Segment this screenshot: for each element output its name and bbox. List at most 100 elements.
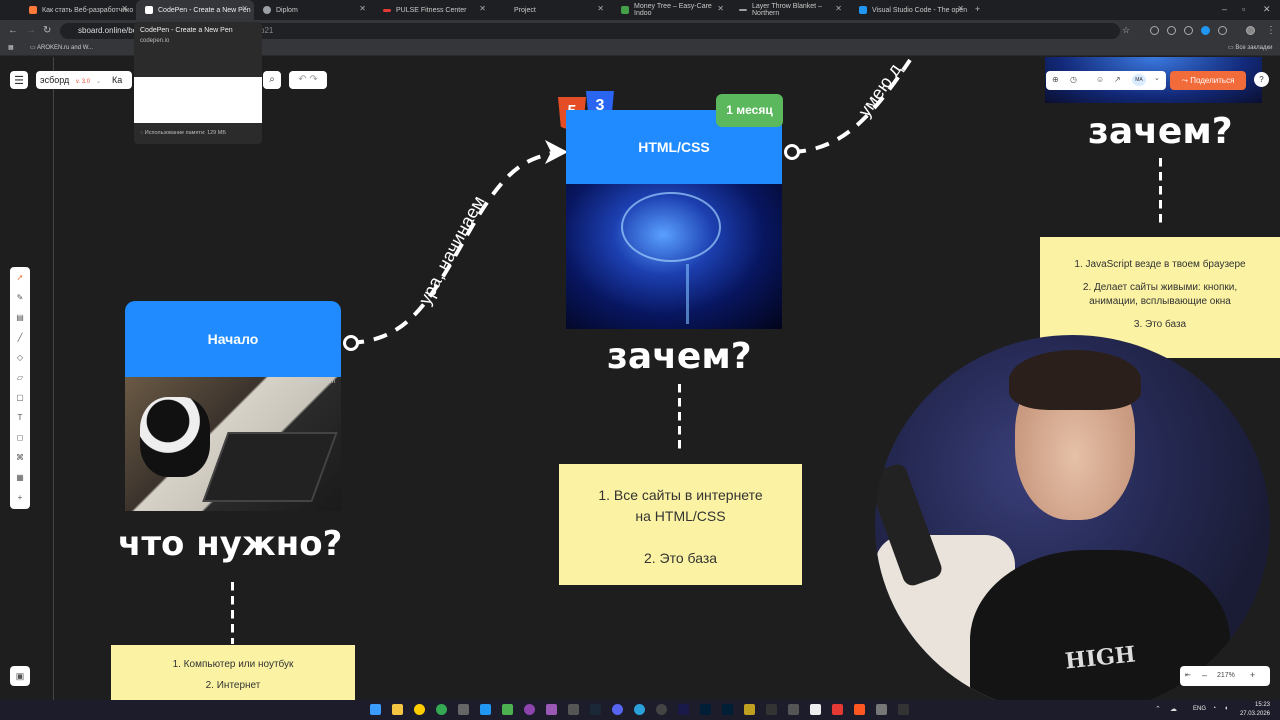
dashed-connector [231,582,234,644]
app-icon[interactable] [832,704,843,715]
brain-xray-image [566,184,782,329]
share-button[interactable]: ⤳ Поделиться [1170,71,1246,90]
photoshop-icon[interactable] [700,704,711,715]
language-indicator[interactable]: ENG [1193,706,1206,712]
add-icon[interactable]: ⊕ [1052,75,1059,84]
grid-icon[interactable]: ▦ [15,473,25,483]
chevron-down-icon[interactable]: ⌄ [1154,74,1160,82]
timer-icon[interactable]: ◷ [1070,75,1077,84]
app-icon[interactable] [810,704,821,715]
layers-icon: ▣ [15,671,25,681]
connector-node[interactable] [784,144,800,160]
sticky-line: 1. Все сайты в интернете [598,487,763,503]
hamburger-icon: ☰ [14,74,24,87]
fit-icon[interactable]: ⇤ [1185,671,1191,679]
zoom-out-icon[interactable]: – [1202,670,1207,680]
app-icon[interactable] [766,704,777,715]
app-icon[interactable] [788,704,799,715]
yandex-icon[interactable] [414,704,425,715]
sticky-icon[interactable]: ▱ [15,373,25,383]
search-button[interactable]: ⌕ [263,71,281,89]
plus-icon[interactable]: + [15,493,25,503]
text-icon[interactable]: T [15,413,25,423]
zoom-control: ⇤ – 217% + [1180,666,1270,686]
crop-icon[interactable]: ◻ [15,433,25,443]
undo-redo-group[interactable]: ↶ ↷ [289,71,327,89]
obs-icon[interactable] [656,704,667,715]
app-icon[interactable] [502,704,513,715]
tray-icon[interactable]: ☁ [1170,705,1177,713]
undo-icon[interactable]: ↶ [298,74,306,85]
minimap-button[interactable]: ▣ [10,666,30,686]
zoom-in-icon[interactable]: + [1250,670,1255,680]
person-hair [1009,350,1141,410]
hover-card-memory: ◌ Использование памяти: 129 МБ [140,130,226,136]
cursor-icon[interactable]: ➚ [15,273,25,283]
laptop-shape [202,432,338,502]
user-avatar[interactable]: МА [1132,74,1146,86]
app-icon[interactable] [744,704,755,715]
app-icon[interactable] [546,704,557,715]
tray-chevron-icon[interactable]: ⌃ [1155,705,1161,713]
steam-icon[interactable] [590,704,601,715]
webcam-overlay: HIGH [875,335,1270,715]
image-watermark: orkugifs.com [300,379,335,385]
tab-hover-card: CodePen - Create a New Pen codepen.io ◌ … [134,22,262,144]
sticky-line: анимации, всплывающие окна [1089,296,1231,307]
app-icon[interactable] [854,704,865,715]
hover-card-title: CodePen - Create a New Pen [140,27,233,34]
line-icon[interactable]: ╱ [15,333,25,343]
app-icon[interactable] [524,704,535,715]
share-icon: ⤳ [1181,76,1191,85]
collab-toolbar: ⊕ ◷ ☺ ↗ МА ⌄ [1046,71,1166,90]
sticky-line: 2. Интернет [205,680,261,691]
app-icon[interactable] [876,704,887,715]
discord-icon[interactable] [612,704,623,715]
connector-node[interactable] [343,335,359,351]
file-explorer-icon[interactable] [392,704,403,715]
sticky-line: 1. JavaScript везде в твоем браузере [1074,259,1246,270]
shapes-icon[interactable]: ◇ [15,353,25,363]
hover-card-domain: codepen.io [140,38,170,44]
pen-icon[interactable]: ✎ [15,293,25,303]
clock[interactable]: 15:23 27.03.2026 [1240,701,1270,719]
htmlcss-sticky-note[interactable]: 1. Все сайты в интернете на HTML/CSS 2. … [559,464,802,585]
app-icon[interactable] [458,704,469,715]
volume-icon[interactable]: ◖ [1224,705,1228,712]
start-icon[interactable] [370,704,381,715]
sticky-line: 2. Это база [643,550,718,566]
duration-badge: 1 месяц [716,94,783,127]
photoshop-icon[interactable] [722,704,733,715]
board-menu-button[interactable]: ☰ [10,71,28,89]
frame-icon[interactable]: ▤ [15,313,25,323]
after-effects-icon[interactable] [678,704,689,715]
windows-taskbar: ⌃ ☁ ENG ◔ ◖ 15:23 27.03.2026 [0,700,1280,720]
dashed-connector [1159,158,1162,226]
telegram-icon[interactable] [634,704,645,715]
brain-shape [621,192,721,262]
chrome-icon[interactable] [436,704,447,715]
person-face [1009,350,1141,520]
board-name: эсборд [40,75,70,85]
help-button[interactable]: ? [1254,72,1269,87]
zoom-level[interactable]: 217% [1217,672,1235,679]
start-node-header[interactable]: Начало [125,301,341,377]
start-question: что нужно? [118,524,343,564]
redo-icon[interactable]: ↷ [309,74,317,85]
mindmap-icon[interactable]: ⌘ [15,453,25,463]
hover-card-preview [134,77,262,123]
chevron-down-icon: ⌄ [95,78,102,85]
comment-icon[interactable]: ▢ [15,393,25,403]
app-icon[interactable] [898,704,909,715]
start-sticky-note[interactable]: 1. Компьютер или ноутбук 2. Интернет [111,645,355,700]
pointer-icon[interactable]: ↗ [1114,75,1121,84]
version-badge: v. 3.0 [75,79,91,85]
app-icon[interactable] [568,704,579,715]
start-node-title: Начало [207,331,259,347]
reaction-icon[interactable]: ☺ [1096,75,1104,84]
vscode-icon[interactable] [480,704,491,715]
search-icon: ⌕ [269,74,275,85]
board-title[interactable]: эсборд v. 3.0 ⌄ Ка [36,71,132,89]
wifi-icon[interactable]: ◔ [1212,705,1216,712]
sticky-line: 3. Это база [1133,319,1187,330]
